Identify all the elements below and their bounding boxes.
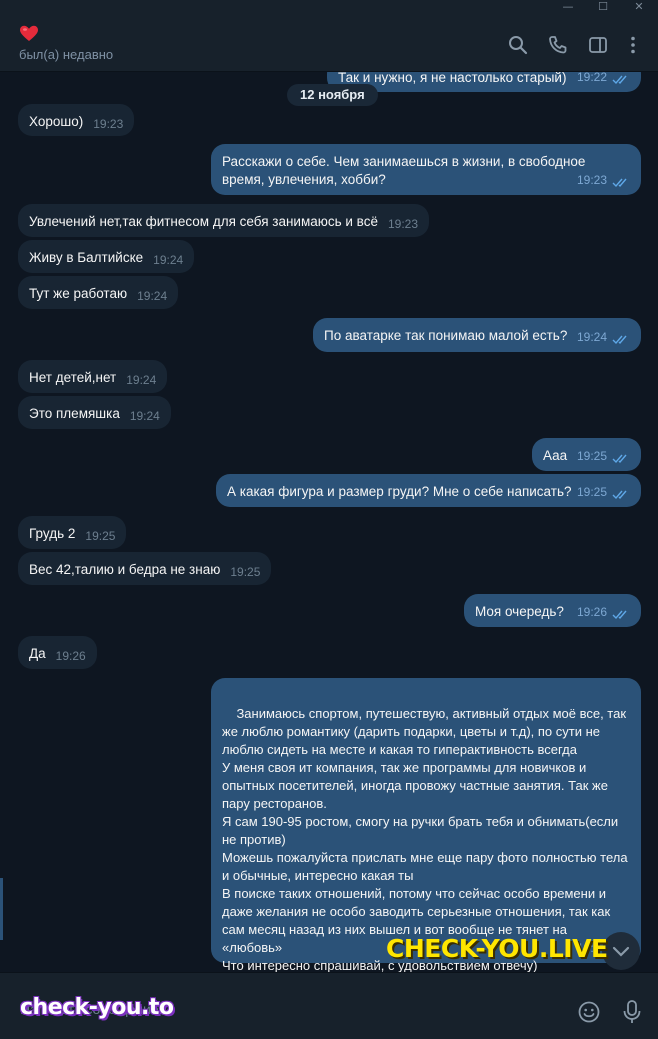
message-outgoing[interactable]: А какая фигура и размер груди? Мне о себ… (216, 474, 641, 507)
message-outgoing[interactable]: Ааа 19:25 (532, 438, 641, 471)
date-divider: 12 ноября (287, 84, 378, 106)
message-incoming[interactable]: Вес 42,талию и бедра не знаю 19:25 (18, 552, 272, 585)
message-text: Да (29, 646, 46, 661)
close-button[interactable]: ✕ (626, 0, 652, 14)
message-time: 19:26 (576, 605, 607, 619)
message-text: Это племяшка (29, 406, 120, 421)
heart-icon (20, 25, 38, 41)
read-ticks-icon (612, 490, 627, 500)
message-time: 19:24 (126, 373, 157, 387)
maximize-button[interactable]: ☐ (590, 0, 616, 14)
read-ticks-icon (612, 178, 627, 188)
more-icon[interactable] (622, 34, 644, 56)
message-list[interactable]: Так и нужно, я не настолько старый) 19:2… (0, 72, 658, 972)
message-time: 19:25 (85, 529, 116, 543)
message-time: 19:25 (230, 565, 261, 579)
message-time: 19:23 (387, 217, 418, 231)
message-text: Грудь 2 (29, 526, 76, 541)
watermark-check-you-to: check-you.to (20, 995, 174, 1020)
message-time: 19:24 (129, 409, 160, 423)
peer-status: был(а) недавно (19, 47, 114, 62)
selection-accent (0, 878, 3, 940)
minimize-button[interactable]: — (555, 0, 581, 14)
read-ticks-icon (612, 75, 627, 85)
message-incoming[interactable]: Хорошо) 19:23 (18, 104, 135, 136)
message-incoming[interactable]: Увлечений нет,так фитнесом для себя зани… (18, 204, 429, 237)
message-text: Нет детей,нет (29, 370, 117, 385)
read-ticks-icon (612, 610, 627, 620)
message-time: 19:24 (137, 289, 168, 303)
message-time: 19:24 (576, 330, 607, 344)
message-time: 19:26 (55, 649, 86, 663)
message-time: 19:23 (93, 117, 124, 131)
emoji-icon[interactable] (577, 1000, 601, 1024)
phone-icon[interactable] (547, 34, 569, 56)
message-time: 19:25 (576, 449, 607, 463)
message-incoming[interactable]: Живу в Балтийске 19:24 (18, 240, 195, 273)
message-incoming[interactable]: Нет детей,нет 19:24 (18, 360, 168, 393)
message-time: 19:25 (576, 485, 607, 499)
message-outgoing[interactable]: По аватарке так понимаю малой есть? 19:2… (313, 318, 641, 352)
message-text: Занимаюсь спортом, путешествую, активный… (222, 706, 628, 972)
message-text: Расскажи о себе. Чем занимаешься в жизни… (222, 154, 586, 187)
message-text: Хорошо) (29, 114, 84, 129)
read-ticks-icon (612, 454, 627, 464)
message-incoming[interactable]: Да 19:26 (18, 636, 97, 669)
message-text: По аватарке так понимаю малой есть? (324, 328, 568, 343)
message-outgoing[interactable]: Моя очередь? 19:26 (464, 594, 641, 627)
message-text: Живу в Балтийске (29, 250, 144, 265)
message-text: Ааа (543, 448, 568, 463)
message-incoming[interactable]: Тут же работаю 19:24 (18, 276, 179, 309)
read-ticks-icon (612, 335, 627, 345)
window-titlebar: — ☐ ✕ (0, 0, 658, 16)
message-text: Вес 42,талию и бедра не знаю (29, 562, 221, 577)
message-incoming[interactable]: Это племяшка 19:24 (18, 396, 171, 429)
sidebar-icon[interactable] (587, 34, 609, 56)
message-outgoing[interactable]: Расскажи о себе. Чем занимаешься в жизни… (211, 144, 641, 195)
watermark-check-you-live: CHECK-YOU.LIVE (386, 934, 608, 963)
message-text: Так и нужно, я не настолько старый) (338, 72, 567, 85)
message-text: Увлечений нет,так фитнесом для себя зани… (29, 214, 378, 229)
chat-header[interactable]: был(а) недавно (0, 16, 658, 72)
message-time: 19:22 (576, 72, 607, 84)
message-time: 19:24 (153, 253, 184, 267)
search-icon[interactable] (507, 34, 529, 56)
message-text: А какая фигура и размер груди? Мне о себ… (227, 484, 572, 499)
microphone-icon[interactable] (620, 999, 644, 1025)
message-text: Тут же работаю (29, 286, 128, 301)
message-outgoing[interactable]: Занимаюсь спортом, путешествую, активный… (211, 678, 641, 972)
message-time: 19:23 (576, 173, 607, 187)
message-incoming[interactable]: Грудь 2 19:25 (18, 516, 127, 549)
message-text: Моя очередь? (475, 604, 564, 619)
